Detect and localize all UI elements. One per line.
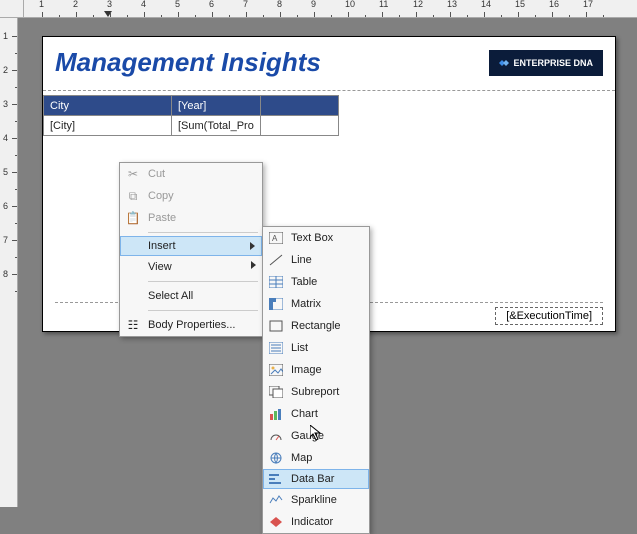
cell[interactable]: [City]: [44, 116, 172, 136]
column-header[interactable]: City: [44, 96, 172, 116]
matrix-icon: [267, 295, 285, 313]
submenu-rectangle[interactable]: Rectangle: [263, 315, 369, 337]
chevron-right-icon: [250, 242, 255, 250]
gauge-icon: [267, 427, 285, 445]
copy-icon: ⧉: [124, 187, 142, 205]
execution-time-placeholder[interactable]: [&ExecutionTime]: [495, 307, 603, 325]
submenu-line[interactable]: Line: [263, 249, 369, 271]
menu-copy[interactable]: ⧉ Copy: [120, 185, 262, 207]
blank-icon: [124, 258, 142, 276]
menu-separator: [148, 281, 258, 282]
insert-submenu: A Text Box Line Table Matrix Rectangle L…: [262, 226, 370, 534]
column-header[interactable]: [Year]: [172, 96, 261, 116]
page-title[interactable]: Management Insights: [55, 47, 321, 78]
submenu-map[interactable]: Map: [263, 447, 369, 469]
submenu-sparkline[interactable]: Sparkline: [263, 489, 369, 511]
menu-cut[interactable]: ✂ Cut: [120, 163, 262, 185]
properties-icon: ☷: [124, 316, 142, 334]
submenu-image[interactable]: Image: [263, 359, 369, 381]
chevron-right-icon: [251, 261, 256, 269]
report-header: Management Insights ENTERPRISE DNA: [43, 37, 615, 91]
vertical-ruler: 12345678: [0, 18, 18, 507]
submenu-indicator[interactable]: Indicator: [263, 511, 369, 533]
menu-body-properties[interactable]: ☷ Body Properties...: [120, 314, 262, 336]
submenu-matrix[interactable]: Matrix: [263, 293, 369, 315]
blank-icon: [124, 287, 142, 305]
textbox-icon: A: [267, 229, 285, 247]
brand-badge[interactable]: ENTERPRISE DNA: [489, 50, 603, 76]
table-icon: [267, 273, 285, 291]
menu-paste[interactable]: 📋 Paste: [120, 207, 262, 229]
brand-text: ENTERPRISE DNA: [513, 58, 593, 68]
menu-select-all[interactable]: Select All: [120, 285, 262, 307]
svg-text:A: A: [272, 234, 278, 243]
submenu-subreport[interactable]: Subreport: [263, 381, 369, 403]
submenu-text-box[interactable]: A Text Box: [263, 227, 369, 249]
submenu-list[interactable]: List: [263, 337, 369, 359]
submenu-data-bar[interactable]: Data Bar: [263, 469, 369, 489]
cell[interactable]: [Sum(Total_Pro: [172, 116, 261, 136]
ruler-corner: [0, 0, 24, 18]
submenu-table[interactable]: Table: [263, 271, 369, 293]
map-icon: [267, 449, 285, 467]
line-icon: [267, 251, 285, 269]
submenu-gauge[interactable]: Gauge: [263, 425, 369, 447]
blank-icon: [124, 237, 142, 255]
column-header[interactable]: [260, 96, 338, 116]
paste-icon: 📋: [124, 209, 142, 227]
menu-view[interactable]: View: [120, 256, 262, 278]
list-icon: [267, 339, 285, 357]
menu-separator: [148, 310, 258, 311]
menu-separator: [148, 232, 258, 233]
cell[interactable]: [260, 116, 338, 136]
submenu-chart[interactable]: Chart: [263, 403, 369, 425]
tablix[interactable]: City [Year] [City] [Sum(Total_Pro: [43, 95, 339, 136]
subreport-icon: [267, 383, 285, 401]
databar-icon: [267, 470, 285, 488]
chart-icon: [267, 405, 285, 423]
horizontal-ruler: 1234567891011121314151617: [24, 0, 637, 18]
context-menu: ✂ Cut ⧉ Copy 📋 Paste Insert View Select …: [119, 162, 263, 337]
menu-insert[interactable]: Insert: [120, 236, 262, 256]
cut-icon: ✂: [124, 165, 142, 183]
sparkline-icon: [267, 491, 285, 509]
indicator-icon: [267, 513, 285, 531]
rectangle-icon: [267, 317, 285, 335]
brand-icon: [499, 58, 509, 68]
image-icon: [267, 361, 285, 379]
